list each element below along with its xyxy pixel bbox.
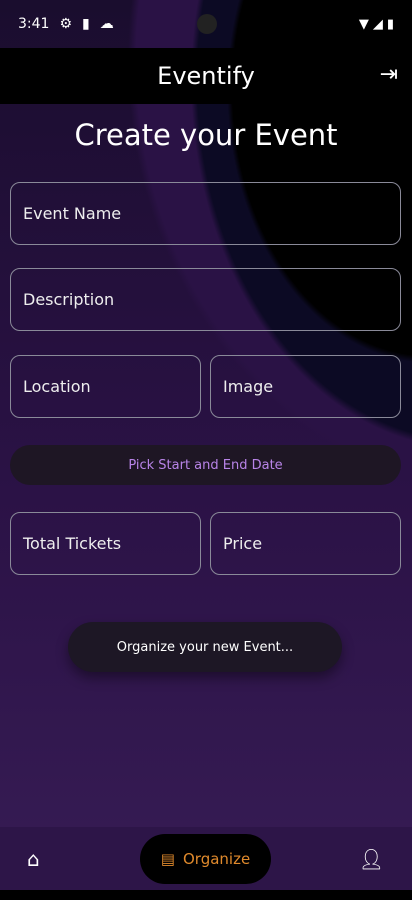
bottom-nav: ⌂ ▤ Organize 👤︎ (0, 827, 412, 890)
nav-organize-label: Organize (182, 850, 251, 868)
calendar-icon: ▤ (160, 850, 175, 868)
organize-event-button[interactable]: Organize your new Event... (68, 622, 342, 672)
total-tickets-label: Total Tickets (23, 534, 122, 553)
app-bar: Eventify ⇥ (0, 48, 412, 104)
event-name-label: Event Name (23, 204, 122, 223)
page-title: Create your Event (74, 118, 338, 152)
price-input[interactable]: Price (210, 512, 401, 575)
price-label: Price (223, 534, 263, 553)
app-title: Eventify (157, 62, 255, 90)
total-tickets-input[interactable]: Total Tickets (10, 512, 201, 575)
home-icon[interactable]: ⌂ (27, 847, 40, 871)
pick-date-button[interactable]: Pick Start and End Date (10, 445, 401, 485)
image-input[interactable]: Image (210, 355, 401, 418)
camera-cutout (197, 14, 217, 34)
status-time: 3:41 (18, 16, 50, 32)
gesture-bar (0, 890, 412, 900)
profile-icon[interactable]: 👤︎ (359, 847, 384, 871)
description-input[interactable]: Description (10, 268, 401, 331)
image-label: Image (223, 377, 274, 396)
logout-icon[interactable]: ⇥ (380, 62, 398, 87)
sd-card-icon: ▮ (82, 16, 90, 32)
nav-organize[interactable]: ▤ Organize (140, 834, 271, 884)
signal-icon: ◢ (372, 16, 383, 32)
location-label: Location (23, 377, 91, 396)
cloud-icon: ☁ (99, 16, 114, 32)
description-label: Description (23, 290, 115, 309)
event-name-input[interactable]: Event Name (10, 182, 401, 245)
notification-icon: ⚙ (59, 16, 73, 32)
battery-icon: ▮ (386, 16, 394, 32)
wifi-icon: ▼ (358, 16, 369, 32)
location-input[interactable]: Location (10, 355, 201, 418)
